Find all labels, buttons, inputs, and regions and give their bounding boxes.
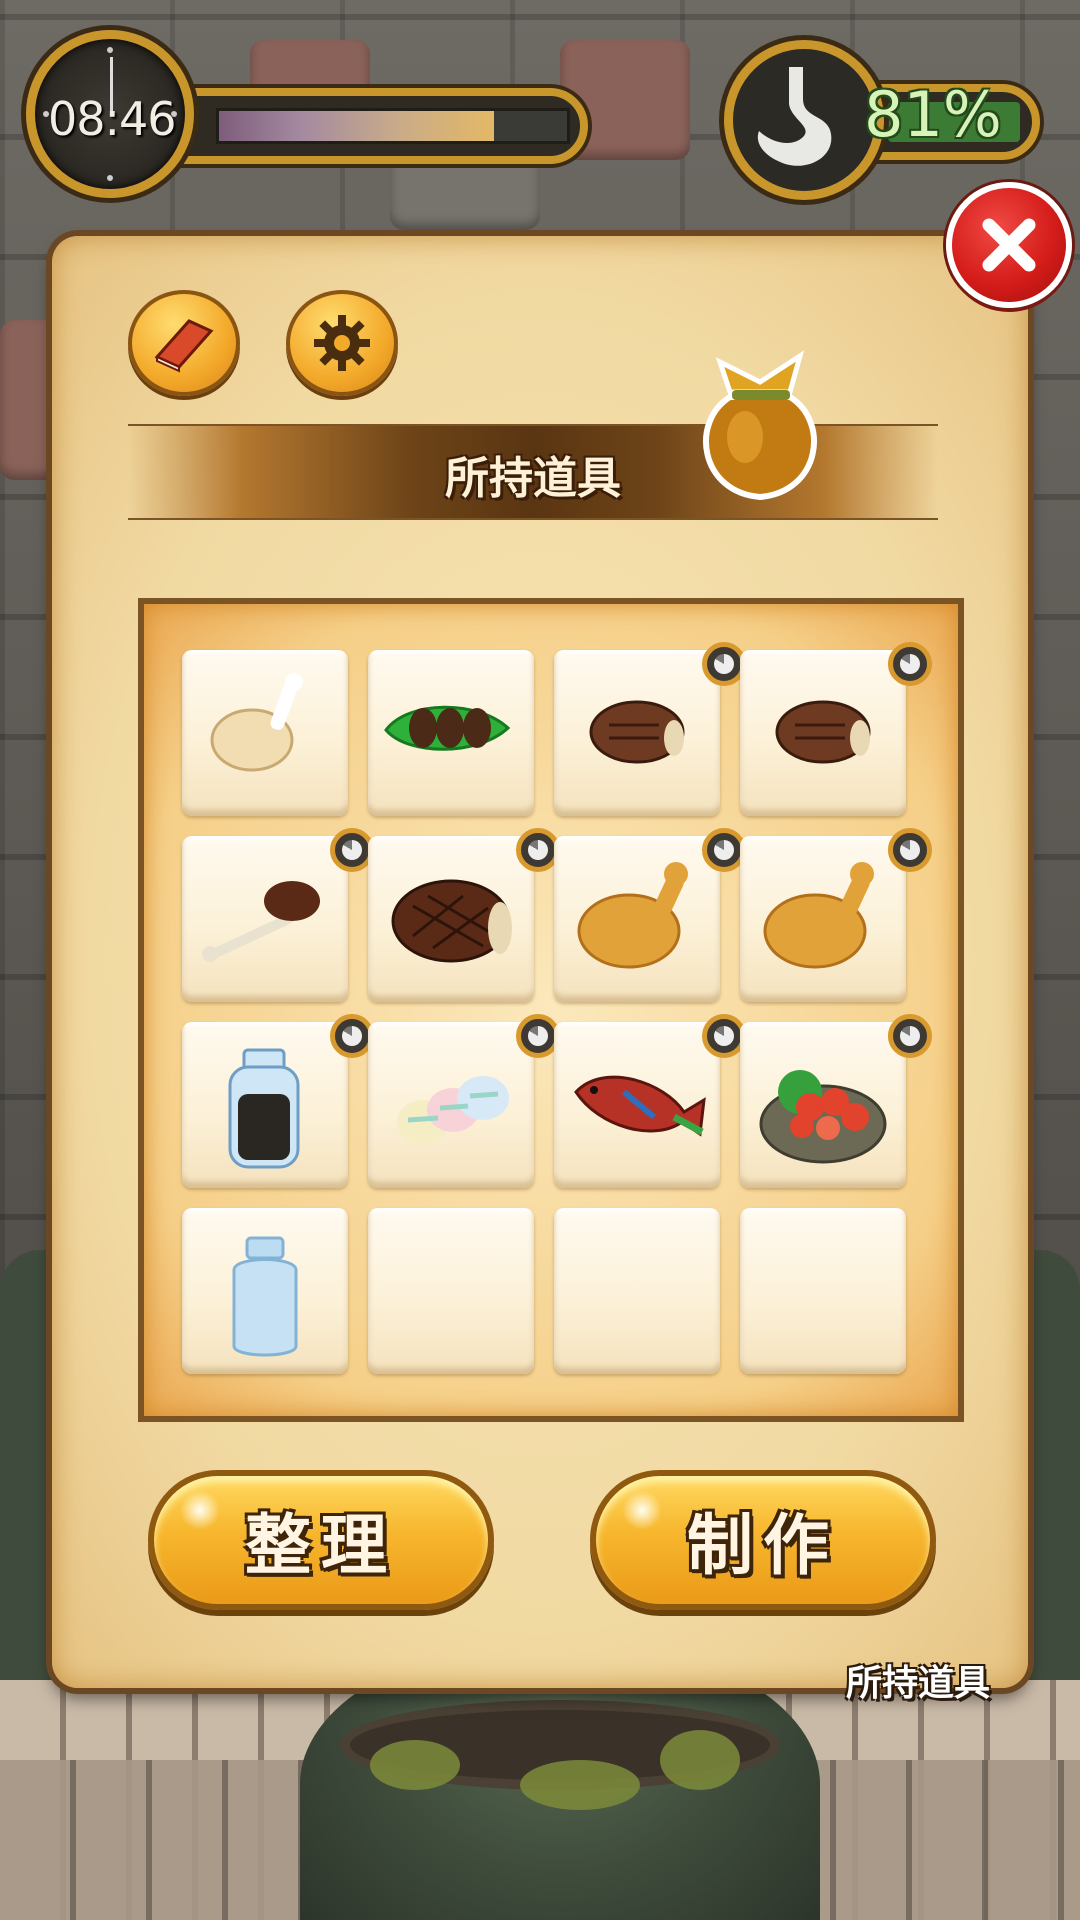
clock-time: 08:46 [48,92,177,146]
empty-inventory-slot[interactable] [740,1208,906,1374]
moss [520,1760,640,1810]
sort-button[interactable]: 整理 [148,1470,494,1610]
stomach-percent: 81% [864,78,1002,151]
moss [370,1740,460,1790]
inventory-slot[interactable] [554,650,720,816]
grilled-colorful-fish-icon [574,1075,706,1137]
grilled-steak-icon [589,700,685,764]
inventory-slot[interactable] [368,836,534,1002]
inventory-slot[interactable] [740,1022,906,1188]
spoil-timer-icon [888,1014,932,1058]
empty-inventory-slot[interactable] [554,1208,720,1374]
book-icon [154,319,214,373]
sort-button-label: 整理 [245,1507,397,1584]
meat-on-bone-icon [202,881,320,962]
inventory-slot[interactable] [740,836,906,1002]
day-progress-track [216,108,570,144]
raw-drumstick-icon [210,673,303,772]
stomach-icon [724,40,884,200]
fried-drumstick-icon [577,862,688,969]
footer-label: 所持道具 [846,1663,991,1704]
stomach-gauge: 81% [724,40,1044,200]
close-button[interactable] [946,182,1072,308]
item-bag-icon [690,342,830,512]
clock-tick [107,175,113,181]
stomach-icon-graphic [757,67,832,166]
spoil-timer-icon [888,828,932,872]
gear-icon [314,315,370,371]
rainbow-rice-cakes-icon [397,1076,509,1144]
recipe-book-button[interactable] [128,290,240,396]
settings-button[interactable] [286,290,398,396]
empty-inventory-slot[interactable] [368,1208,534,1374]
spoil-timer-icon [888,642,932,686]
dark-liquid-bottle-icon [228,1048,300,1169]
inventory-slot[interactable] [182,1022,348,1188]
time-display: 08:46 [26,30,594,198]
clock-tick [107,47,113,53]
inventory-slot[interactable] [554,836,720,1002]
grilled-steak-icon [775,700,871,764]
inventory-slot[interactable] [368,650,534,816]
item-bag-graphic [703,350,817,501]
day-progress-fill [219,111,494,141]
inventory-slot[interactable] [554,1022,720,1188]
shrimp-salad-bowl-icon [759,1070,887,1164]
wall-stone [0,320,60,480]
day-progress-bar [136,88,588,164]
craft-button-label: 制作 [687,1507,839,1584]
fried-drumstick-icon [763,862,874,969]
inventory-slot[interactable] [740,650,906,816]
empty-bottle-icon [232,1236,298,1357]
inventory-slot[interactable] [182,1208,348,1374]
inventory-slot[interactable] [182,836,348,1002]
large-grilled-steak-icon [391,879,512,963]
inventory-slot[interactable] [368,1022,534,1188]
inventory-slot[interactable] [182,650,348,816]
moss [660,1730,740,1790]
craft-button[interactable]: 制作 [590,1470,936,1610]
close-icon [982,218,1036,272]
cocoa-beans-on-leaf-icon [384,705,511,751]
